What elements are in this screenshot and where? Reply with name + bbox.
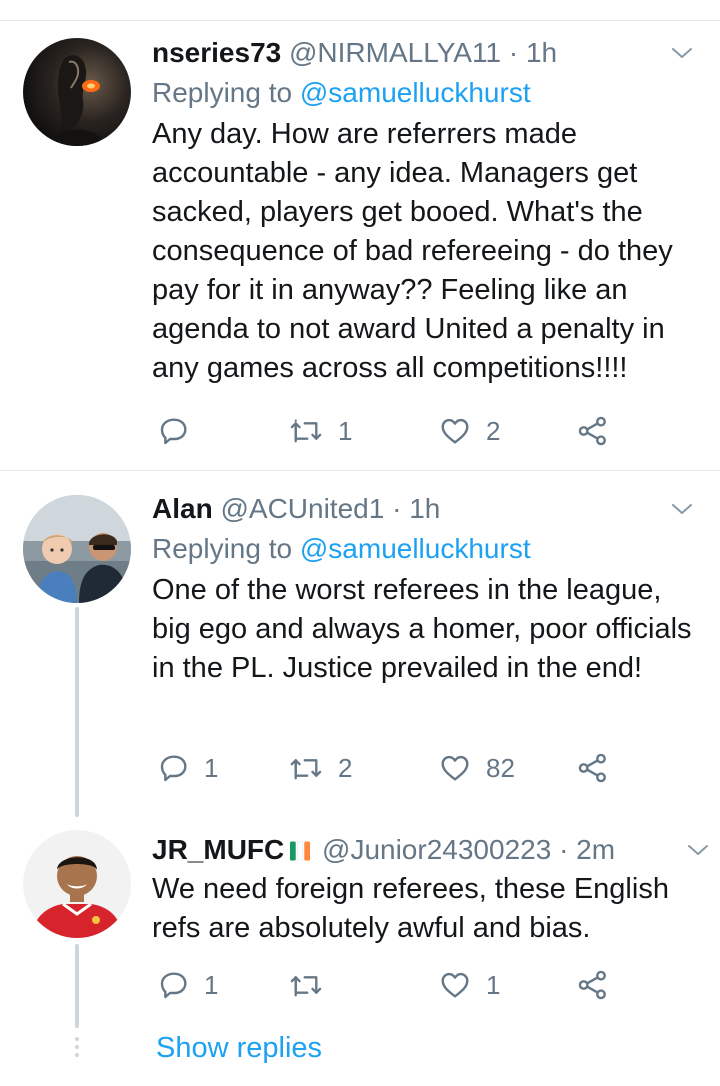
avatar-image bbox=[23, 38, 131, 146]
reply-button[interactable]: 1 bbox=[158, 965, 218, 1005]
reply-button[interactable]: 1 bbox=[158, 748, 218, 788]
separator: · bbox=[392, 493, 402, 524]
user-handle[interactable]: @Junior24300223 bbox=[322, 834, 551, 865]
share-button[interactable] bbox=[576, 965, 610, 1005]
heart-icon bbox=[441, 972, 469, 998]
tweet-text: Any day. How are referrers made accounta… bbox=[152, 118, 673, 384]
replying-prefix: Replying to bbox=[152, 533, 293, 564]
user-handle[interactable]: @NIRMALLYA11 bbox=[289, 37, 501, 68]
retweet-button[interactable]: 2 bbox=[288, 748, 352, 788]
like-button[interactable]: 82 bbox=[438, 748, 515, 788]
chevron-down-icon[interactable] bbox=[686, 838, 710, 862]
avatar-image bbox=[23, 830, 131, 938]
retweet-count: 1 bbox=[338, 415, 353, 446]
reply-icon bbox=[160, 972, 187, 999]
chevron-down-icon[interactable] bbox=[670, 41, 694, 65]
replying-to-link[interactable]: @samuelluckhurst bbox=[300, 533, 531, 564]
retweet-icon bbox=[290, 759, 322, 780]
tweet-3[interactable]: JR_MUFC @Junior24300223 · 2m We need for… bbox=[0, 812, 720, 1028]
tweet-header: JR_MUFC @Junior24300223 · 2m bbox=[152, 830, 708, 870]
like-count: 2 bbox=[486, 415, 501, 446]
timestamp[interactable]: 1h bbox=[526, 37, 557, 68]
replying-to: Replying to @samuelluckhurst bbox=[152, 529, 694, 569]
share-button[interactable] bbox=[576, 411, 610, 451]
like-count: 1 bbox=[486, 969, 501, 1000]
replying-to: Replying to @samuelluckhurst bbox=[152, 73, 694, 113]
reply-count: 1 bbox=[204, 752, 219, 783]
separator: · bbox=[559, 834, 569, 865]
show-replies-link[interactable]: Show replies bbox=[156, 1028, 322, 1068]
separator: · bbox=[508, 37, 519, 68]
display-name[interactable]: JR_MUFC bbox=[152, 834, 284, 865]
reply-button[interactable] bbox=[158, 411, 204, 451]
thread-line bbox=[75, 607, 79, 817]
reply-icon bbox=[160, 755, 187, 782]
share-icon bbox=[578, 970, 606, 1000]
share-icon bbox=[578, 753, 606, 783]
like-count: 82 bbox=[486, 752, 515, 783]
tweet-text: We need foreign referees, these English … bbox=[152, 873, 669, 944]
action-bar: 1 2 bbox=[152, 411, 622, 451]
action-bar: 1 1 bbox=[152, 965, 622, 1005]
retweet-icon bbox=[290, 976, 322, 997]
avatar-jr-mufc[interactable] bbox=[23, 830, 131, 938]
user-handle[interactable]: @ACUnited1 bbox=[220, 493, 384, 524]
like-button[interactable]: 2 bbox=[438, 411, 500, 451]
avatar-nseries73[interactable] bbox=[23, 38, 131, 146]
tweet-header: Alan @ACUnited1 · 1h bbox=[152, 489, 694, 529]
heart-icon bbox=[441, 755, 469, 781]
retweet-button[interactable]: 1 bbox=[288, 411, 352, 451]
tweet-header: nseries73 @NIRMALLYA11 · 1h bbox=[152, 33, 694, 73]
retweet-button[interactable] bbox=[288, 965, 338, 1005]
ireland-flag-icon bbox=[290, 841, 311, 861]
tweet-1[interactable]: nseries73 @NIRMALLYA11 · 1h Replying to … bbox=[0, 0, 720, 470]
reply-count: 1 bbox=[204, 969, 219, 1000]
display-name[interactable]: nseries73 bbox=[152, 37, 281, 68]
tweet-text: One of the worst referees in the league,… bbox=[152, 574, 692, 684]
chevron-down-icon[interactable] bbox=[670, 497, 694, 521]
display-name[interactable]: Alan bbox=[152, 493, 213, 524]
retweet-count: 2 bbox=[338, 752, 353, 783]
thread-line bbox=[75, 944, 79, 1028]
share-button[interactable] bbox=[576, 748, 610, 788]
thread-dots-icon bbox=[75, 1037, 79, 1057]
share-icon bbox=[578, 416, 606, 446]
replying-prefix: Replying to bbox=[152, 77, 293, 108]
like-button[interactable]: 1 bbox=[438, 965, 500, 1005]
tweet-2[interactable]: Alan @ACUnited1 · 1h Replying to @samuel… bbox=[0, 471, 720, 817]
action-bar: 1 2 82 bbox=[152, 748, 622, 788]
avatar-image bbox=[23, 495, 131, 603]
timestamp[interactable]: 2m bbox=[576, 834, 615, 865]
retweet-icon bbox=[290, 419, 322, 443]
replying-to-link[interactable]: @samuelluckhurst bbox=[300, 77, 531, 108]
heart-icon bbox=[441, 418, 469, 444]
reply-icon bbox=[160, 418, 187, 445]
timestamp[interactable]: 1h bbox=[409, 493, 440, 524]
avatar-alan[interactable] bbox=[23, 495, 131, 603]
